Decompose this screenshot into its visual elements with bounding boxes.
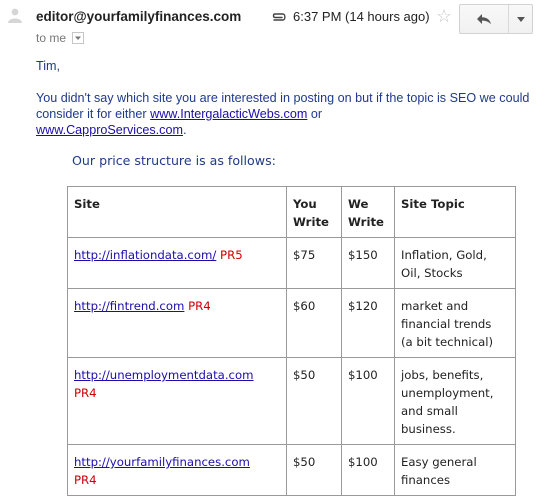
we-write-price: $100	[341, 444, 395, 496]
paperclip-icon	[270, 10, 288, 22]
site-link[interactable]: http://fintrend.com	[74, 299, 184, 313]
site-link[interactable]: http://inflationdata.com/	[74, 248, 216, 262]
avatar-icon	[6, 6, 24, 24]
site-cell: http://yourfamilyfinances.com PR4	[67, 444, 287, 496]
table-header-row: Site You Write We Write Site Topic	[67, 186, 516, 238]
you-write-price: $60	[286, 288, 342, 358]
more-options-button[interactable]	[509, 5, 532, 33]
reply-button[interactable]	[460, 5, 509, 33]
paragraph-or: or	[307, 107, 323, 121]
site-link[interactable]: http://unemploymentdata.com	[74, 368, 254, 382]
table-row: http://inflationdata.com/ PR5 $75 $150 I…	[67, 237, 516, 289]
pagerank-badge: PR4	[74, 386, 97, 400]
site-cell: http://unemploymentdata.com PR4	[67, 357, 287, 445]
we-write-price: $100	[341, 357, 395, 445]
you-write-price: $75	[286, 237, 342, 289]
timestamp: 6:37 PM (14 hours ago)	[293, 9, 430, 24]
greeting: Tim,	[36, 59, 61, 73]
site-cell: http://fintrend.com PR4	[67, 288, 287, 358]
reply-button-group	[459, 4, 533, 34]
header-site: Site	[67, 186, 287, 238]
you-write-price: $50	[286, 357, 342, 445]
header-we-write: We Write	[341, 186, 395, 238]
price-intro: Our price structure is as follows:	[72, 153, 276, 168]
pagerank-badge: PR5	[220, 248, 243, 262]
intergalacticwebs-link[interactable]: www.IntergalacticWebs.com	[150, 107, 307, 121]
site-link[interactable]: http://yourfamilyfinances.com	[74, 455, 250, 469]
we-write-price: $150	[341, 237, 395, 289]
pagerank-badge: PR4	[188, 299, 211, 313]
site-cell: http://inflationdata.com/ PR5	[67, 237, 287, 289]
capproservices-link[interactable]: www.CapproServices.com	[36, 123, 183, 137]
we-write-price: $120	[341, 288, 395, 358]
dropdown-arrow-icon[interactable]	[72, 31, 85, 44]
site-topic: market and financial trends (a bit technic…	[394, 288, 516, 358]
site-topic: Easy general finances	[394, 444, 516, 496]
site-topic: Inflation, Gold, Oil, Stocks	[394, 237, 516, 289]
reply-icon	[477, 14, 491, 25]
header-you-write: You Write	[286, 186, 342, 238]
header-site-topic: Site Topic	[394, 186, 516, 238]
site-topic: jobs, benefits, unemployment, and small bus…	[394, 357, 516, 445]
more-options-icon	[517, 17, 525, 22]
recipient-label: to me	[36, 31, 67, 45]
star-icon[interactable]: ☆	[436, 7, 452, 25]
message-paragraph: You didn't say which site you are intere…	[36, 90, 531, 138]
table-row: http://fintrend.com PR4 $60 $120 market …	[67, 288, 516, 358]
table-row: http://yourfamilyfinances.com PR4 $50 $10…	[67, 444, 516, 496]
paragraph-end: .	[182, 123, 187, 137]
table-row: http://unemploymentdata.com PR4 $50 $100 …	[67, 357, 516, 445]
recipient-line: to me	[36, 31, 85, 45]
you-write-price: $50	[286, 444, 342, 496]
pagerank-badge: PR4	[74, 473, 97, 487]
sender-email[interactable]: editor@yourfamilyfinances.com	[36, 9, 241, 24]
price-table: Site You Write We Write Site Topic http://…	[67, 186, 516, 496]
